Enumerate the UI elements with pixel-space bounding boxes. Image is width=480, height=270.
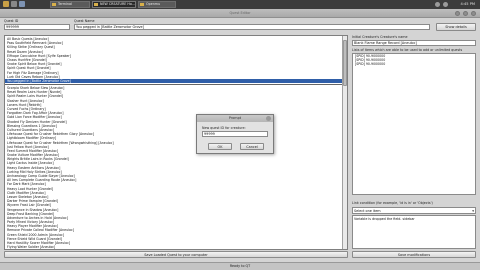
quest-list-scrollbar[interactable] — [342, 36, 347, 249]
status-bar: Ready to QT — [0, 262, 480, 270]
condition-dropdown[interactable]: Select one item ▾ — [352, 207, 476, 214]
list-item[interactable]: [SPID] 90-9000000 — [353, 62, 475, 66]
creature-label: Initial Creature's Creature's name — [352, 35, 408, 39]
quest-id-field[interactable]: 999999 — [4, 24, 70, 30]
status-text: Ready to QT — [229, 264, 251, 268]
browser-icon[interactable] — [19, 1, 25, 7]
minimize-icon[interactable] — [455, 11, 460, 16]
window-titlebar[interactable]: Quest Editor — [0, 9, 480, 18]
list-divider — [5, 83, 347, 86]
window-icon — [140, 3, 144, 6]
quest-name-label: Quest Name — [74, 19, 95, 23]
maximize-icon[interactable] — [463, 11, 468, 16]
save-quest-button[interactable]: Save Loaded Quest to your computer — [4, 251, 348, 258]
dialog-input[interactable]: 99999 — [202, 131, 268, 137]
taskbar: Terminal NEW CREATURE Ho... Openmu 4:45 … — [0, 0, 480, 9]
taskbar-task-terminal[interactable]: Terminal — [50, 1, 90, 8]
creature-field[interactable]: Blank Flame Range Record [Aneuloc] — [352, 40, 476, 46]
taskbar-task-creature[interactable]: NEW CREATURE Ho... — [92, 1, 136, 8]
terminal-icon — [52, 3, 56, 6]
condition-label: Link condition (for example, 'id is in' … — [352, 201, 433, 205]
show-details-button[interactable]: Show details — [436, 23, 476, 31]
ok-button[interactable]: OK — [208, 143, 232, 150]
network-icon[interactable] — [435, 2, 440, 7]
chevron-down-icon: ▾ — [472, 209, 474, 213]
prompt-dialog: Prompt New quest ID for creature: 99999 … — [196, 114, 274, 154]
window-icon — [94, 3, 98, 6]
info-textarea[interactable]: Variable is dropped the field. sidebar — [352, 215, 476, 249]
cancel-button[interactable]: Cancel — [240, 143, 264, 150]
items-list[interactable]: [SPID] 90-9000000 [SPID] 90-9000000 [SPI… — [352, 53, 476, 195]
close-icon[interactable] — [266, 116, 271, 121]
clock: 4:45 PM — [460, 2, 475, 6]
save-modifications-button[interactable]: Save modifications — [352, 251, 476, 258]
folder-icon[interactable] — [11, 1, 17, 7]
app-menu-icon[interactable] — [3, 1, 9, 7]
items-list-label: Lists of items which are able to be used… — [352, 48, 463, 52]
quest-list-body: All Basic Quests [Aneuloc] Pass Southfiel… — [5, 37, 347, 250]
volume-icon[interactable] — [443, 2, 448, 7]
quest-name-field[interactable]: You pegged in [Battle Zeromotor Grove] — [74, 24, 430, 30]
dropdown-value: Select one item — [354, 209, 381, 213]
window-title: Quest Editor — [229, 11, 251, 15]
dialog-title: Prompt — [197, 115, 273, 122]
quest-list[interactable]: All Basic Quests [Aneuloc] Pass Southfiel… — [4, 35, 348, 250]
scrollbar-thumb[interactable] — [343, 40, 347, 86]
close-icon[interactable] — [471, 11, 476, 16]
quest-id-label: Quest ID — [4, 19, 19, 23]
taskbar-task-openmu[interactable]: Openmu — [138, 1, 176, 8]
list-item[interactable]: Recovered Guards Hunter [Aneuloc] — [5, 249, 347, 250]
dialog-prompt-label: New quest ID for creature: — [202, 126, 246, 130]
info-text: Variable is dropped the field. sidebar — [354, 217, 415, 221]
